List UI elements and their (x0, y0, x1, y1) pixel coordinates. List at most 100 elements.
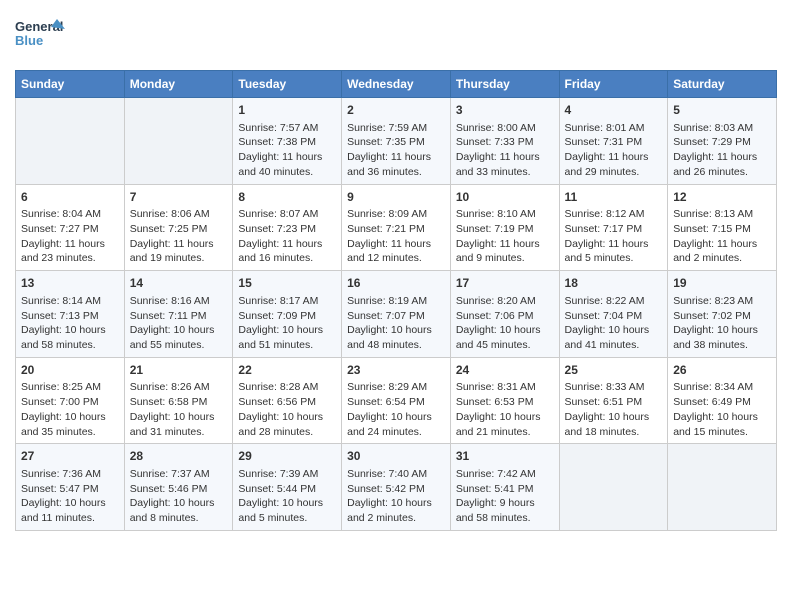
day-number: 20 (21, 362, 119, 379)
calendar-day-5: 5 Sunrise: 8:03 AM Sunset: 7:29 PM Dayli… (668, 98, 777, 185)
calendar-day-empty (124, 98, 233, 185)
sunrise-text: Sunrise: 7:59 AM (347, 122, 427, 134)
calendar-day-29: 29 Sunrise: 7:39 AM Sunset: 5:44 PM Dayl… (233, 444, 342, 531)
day-number: 19 (673, 275, 771, 292)
sunrise-text: Sunrise: 8:26 AM (130, 381, 210, 393)
calendar-day-30: 30 Sunrise: 7:40 AM Sunset: 5:42 PM Dayl… (342, 444, 451, 531)
day-number: 26 (673, 362, 771, 379)
calendar-day-8: 8 Sunrise: 8:07 AM Sunset: 7:23 PM Dayli… (233, 184, 342, 271)
sunrise-text: Sunrise: 8:34 AM (673, 381, 753, 393)
day-number: 23 (347, 362, 445, 379)
sunrise-text: Sunrise: 8:31 AM (456, 381, 536, 393)
calendar-day-31: 31 Sunrise: 7:42 AM Sunset: 5:41 PM Dayl… (450, 444, 559, 531)
daylight-text: Daylight: 11 hours and 36 minutes. (347, 151, 431, 178)
calendar-day-27: 27 Sunrise: 7:36 AM Sunset: 5:47 PM Dayl… (16, 444, 125, 531)
sunset-text: Sunset: 7:23 PM (238, 223, 316, 235)
sunrise-text: Sunrise: 8:10 AM (456, 208, 536, 220)
calendar-day-3: 3 Sunrise: 8:00 AM Sunset: 7:33 PM Dayli… (450, 98, 559, 185)
calendar-week-4: 20 Sunrise: 8:25 AM Sunset: 7:00 PM Dayl… (16, 357, 777, 444)
sunset-text: Sunset: 7:29 PM (673, 136, 751, 148)
sunset-text: Sunset: 6:51 PM (565, 396, 643, 408)
calendar-day-10: 10 Sunrise: 8:10 AM Sunset: 7:19 PM Dayl… (450, 184, 559, 271)
sunrise-text: Sunrise: 8:17 AM (238, 295, 318, 307)
calendar-day-4: 4 Sunrise: 8:01 AM Sunset: 7:31 PM Dayli… (559, 98, 668, 185)
day-number: 17 (456, 275, 554, 292)
day-number: 21 (130, 362, 228, 379)
logo: General Blue (15, 15, 65, 60)
day-number: 1 (238, 102, 336, 119)
sunset-text: Sunset: 7:17 PM (565, 223, 643, 235)
calendar-day-6: 6 Sunrise: 8:04 AM Sunset: 7:27 PM Dayli… (16, 184, 125, 271)
sunrise-text: Sunrise: 8:14 AM (21, 295, 101, 307)
calendar-day-16: 16 Sunrise: 8:19 AM Sunset: 7:07 PM Dayl… (342, 271, 451, 358)
sunset-text: Sunset: 5:46 PM (130, 483, 208, 495)
calendar-day-empty (16, 98, 125, 185)
calendar-day-21: 21 Sunrise: 8:26 AM Sunset: 6:58 PM Dayl… (124, 357, 233, 444)
daylight-text: Daylight: 10 hours and 18 minutes. (565, 411, 650, 438)
day-number: 12 (673, 189, 771, 206)
day-header-monday: Monday (124, 71, 233, 98)
sunset-text: Sunset: 7:31 PM (565, 136, 643, 148)
daylight-text: Daylight: 11 hours and 26 minutes. (673, 151, 757, 178)
sunset-text: Sunset: 7:00 PM (21, 396, 99, 408)
daylight-text: Daylight: 11 hours and 5 minutes. (565, 238, 649, 265)
day-number: 3 (456, 102, 554, 119)
daylight-text: Daylight: 10 hours and 28 minutes. (238, 411, 323, 438)
calendar-day-15: 15 Sunrise: 8:17 AM Sunset: 7:09 PM Dayl… (233, 271, 342, 358)
day-number: 2 (347, 102, 445, 119)
day-number: 6 (21, 189, 119, 206)
sunset-text: Sunset: 7:33 PM (456, 136, 534, 148)
calendar-week-3: 13 Sunrise: 8:14 AM Sunset: 7:13 PM Dayl… (16, 271, 777, 358)
calendar-day-empty (559, 444, 668, 531)
daylight-text: Daylight: 11 hours and 33 minutes. (456, 151, 540, 178)
sunrise-text: Sunrise: 8:07 AM (238, 208, 318, 220)
day-number: 31 (456, 448, 554, 465)
day-header-thursday: Thursday (450, 71, 559, 98)
calendar-day-9: 9 Sunrise: 8:09 AM Sunset: 7:21 PM Dayli… (342, 184, 451, 271)
sunset-text: Sunset: 7:11 PM (130, 310, 207, 322)
sunrise-text: Sunrise: 8:03 AM (673, 122, 753, 134)
day-number: 8 (238, 189, 336, 206)
day-number: 30 (347, 448, 445, 465)
daylight-text: Daylight: 10 hours and 21 minutes. (456, 411, 541, 438)
sunset-text: Sunset: 7:06 PM (456, 310, 534, 322)
daylight-text: Daylight: 9 hours and 58 minutes. (456, 497, 535, 524)
daylight-text: Daylight: 10 hours and 2 minutes. (347, 497, 432, 524)
day-number: 16 (347, 275, 445, 292)
daylight-text: Daylight: 10 hours and 5 minutes. (238, 497, 323, 524)
daylight-text: Daylight: 10 hours and 24 minutes. (347, 411, 432, 438)
day-number: 13 (21, 275, 119, 292)
sunrise-text: Sunrise: 8:22 AM (565, 295, 645, 307)
calendar-day-22: 22 Sunrise: 8:28 AM Sunset: 6:56 PM Dayl… (233, 357, 342, 444)
calendar-table: SundayMondayTuesdayWednesdayThursdayFrid… (15, 70, 777, 531)
calendar-day-23: 23 Sunrise: 8:29 AM Sunset: 6:54 PM Dayl… (342, 357, 451, 444)
calendar-day-19: 19 Sunrise: 8:23 AM Sunset: 7:02 PM Dayl… (668, 271, 777, 358)
sunrise-text: Sunrise: 7:37 AM (130, 468, 210, 480)
sunrise-text: Sunrise: 8:28 AM (238, 381, 318, 393)
calendar-day-11: 11 Sunrise: 8:12 AM Sunset: 7:17 PM Dayl… (559, 184, 668, 271)
sunset-text: Sunset: 7:15 PM (673, 223, 751, 235)
sunrise-text: Sunrise: 8:29 AM (347, 381, 427, 393)
daylight-text: Daylight: 10 hours and 38 minutes. (673, 324, 758, 351)
calendar-day-24: 24 Sunrise: 8:31 AM Sunset: 6:53 PM Dayl… (450, 357, 559, 444)
sunrise-text: Sunrise: 7:57 AM (238, 122, 318, 134)
sunrise-text: Sunrise: 8:09 AM (347, 208, 427, 220)
calendar-day-18: 18 Sunrise: 8:22 AM Sunset: 7:04 PM Dayl… (559, 271, 668, 358)
sunset-text: Sunset: 5:47 PM (21, 483, 99, 495)
sunset-text: Sunset: 7:04 PM (565, 310, 643, 322)
daylight-text: Daylight: 11 hours and 23 minutes. (21, 238, 105, 265)
calendar-day-7: 7 Sunrise: 8:06 AM Sunset: 7:25 PM Dayli… (124, 184, 233, 271)
daylight-text: Daylight: 10 hours and 48 minutes. (347, 324, 432, 351)
sunrise-text: Sunrise: 8:04 AM (21, 208, 101, 220)
svg-text:Blue: Blue (15, 33, 43, 48)
day-header-saturday: Saturday (668, 71, 777, 98)
sunset-text: Sunset: 7:25 PM (130, 223, 208, 235)
daylight-text: Daylight: 10 hours and 45 minutes. (456, 324, 541, 351)
calendar-day-14: 14 Sunrise: 8:16 AM Sunset: 7:11 PM Dayl… (124, 271, 233, 358)
sunrise-text: Sunrise: 7:39 AM (238, 468, 318, 480)
sunrise-text: Sunrise: 7:36 AM (21, 468, 101, 480)
daylight-text: Daylight: 11 hours and 12 minutes. (347, 238, 431, 265)
sunset-text: Sunset: 6:49 PM (673, 396, 751, 408)
sunrise-text: Sunrise: 8:13 AM (673, 208, 753, 220)
sunset-text: Sunset: 5:41 PM (456, 483, 534, 495)
